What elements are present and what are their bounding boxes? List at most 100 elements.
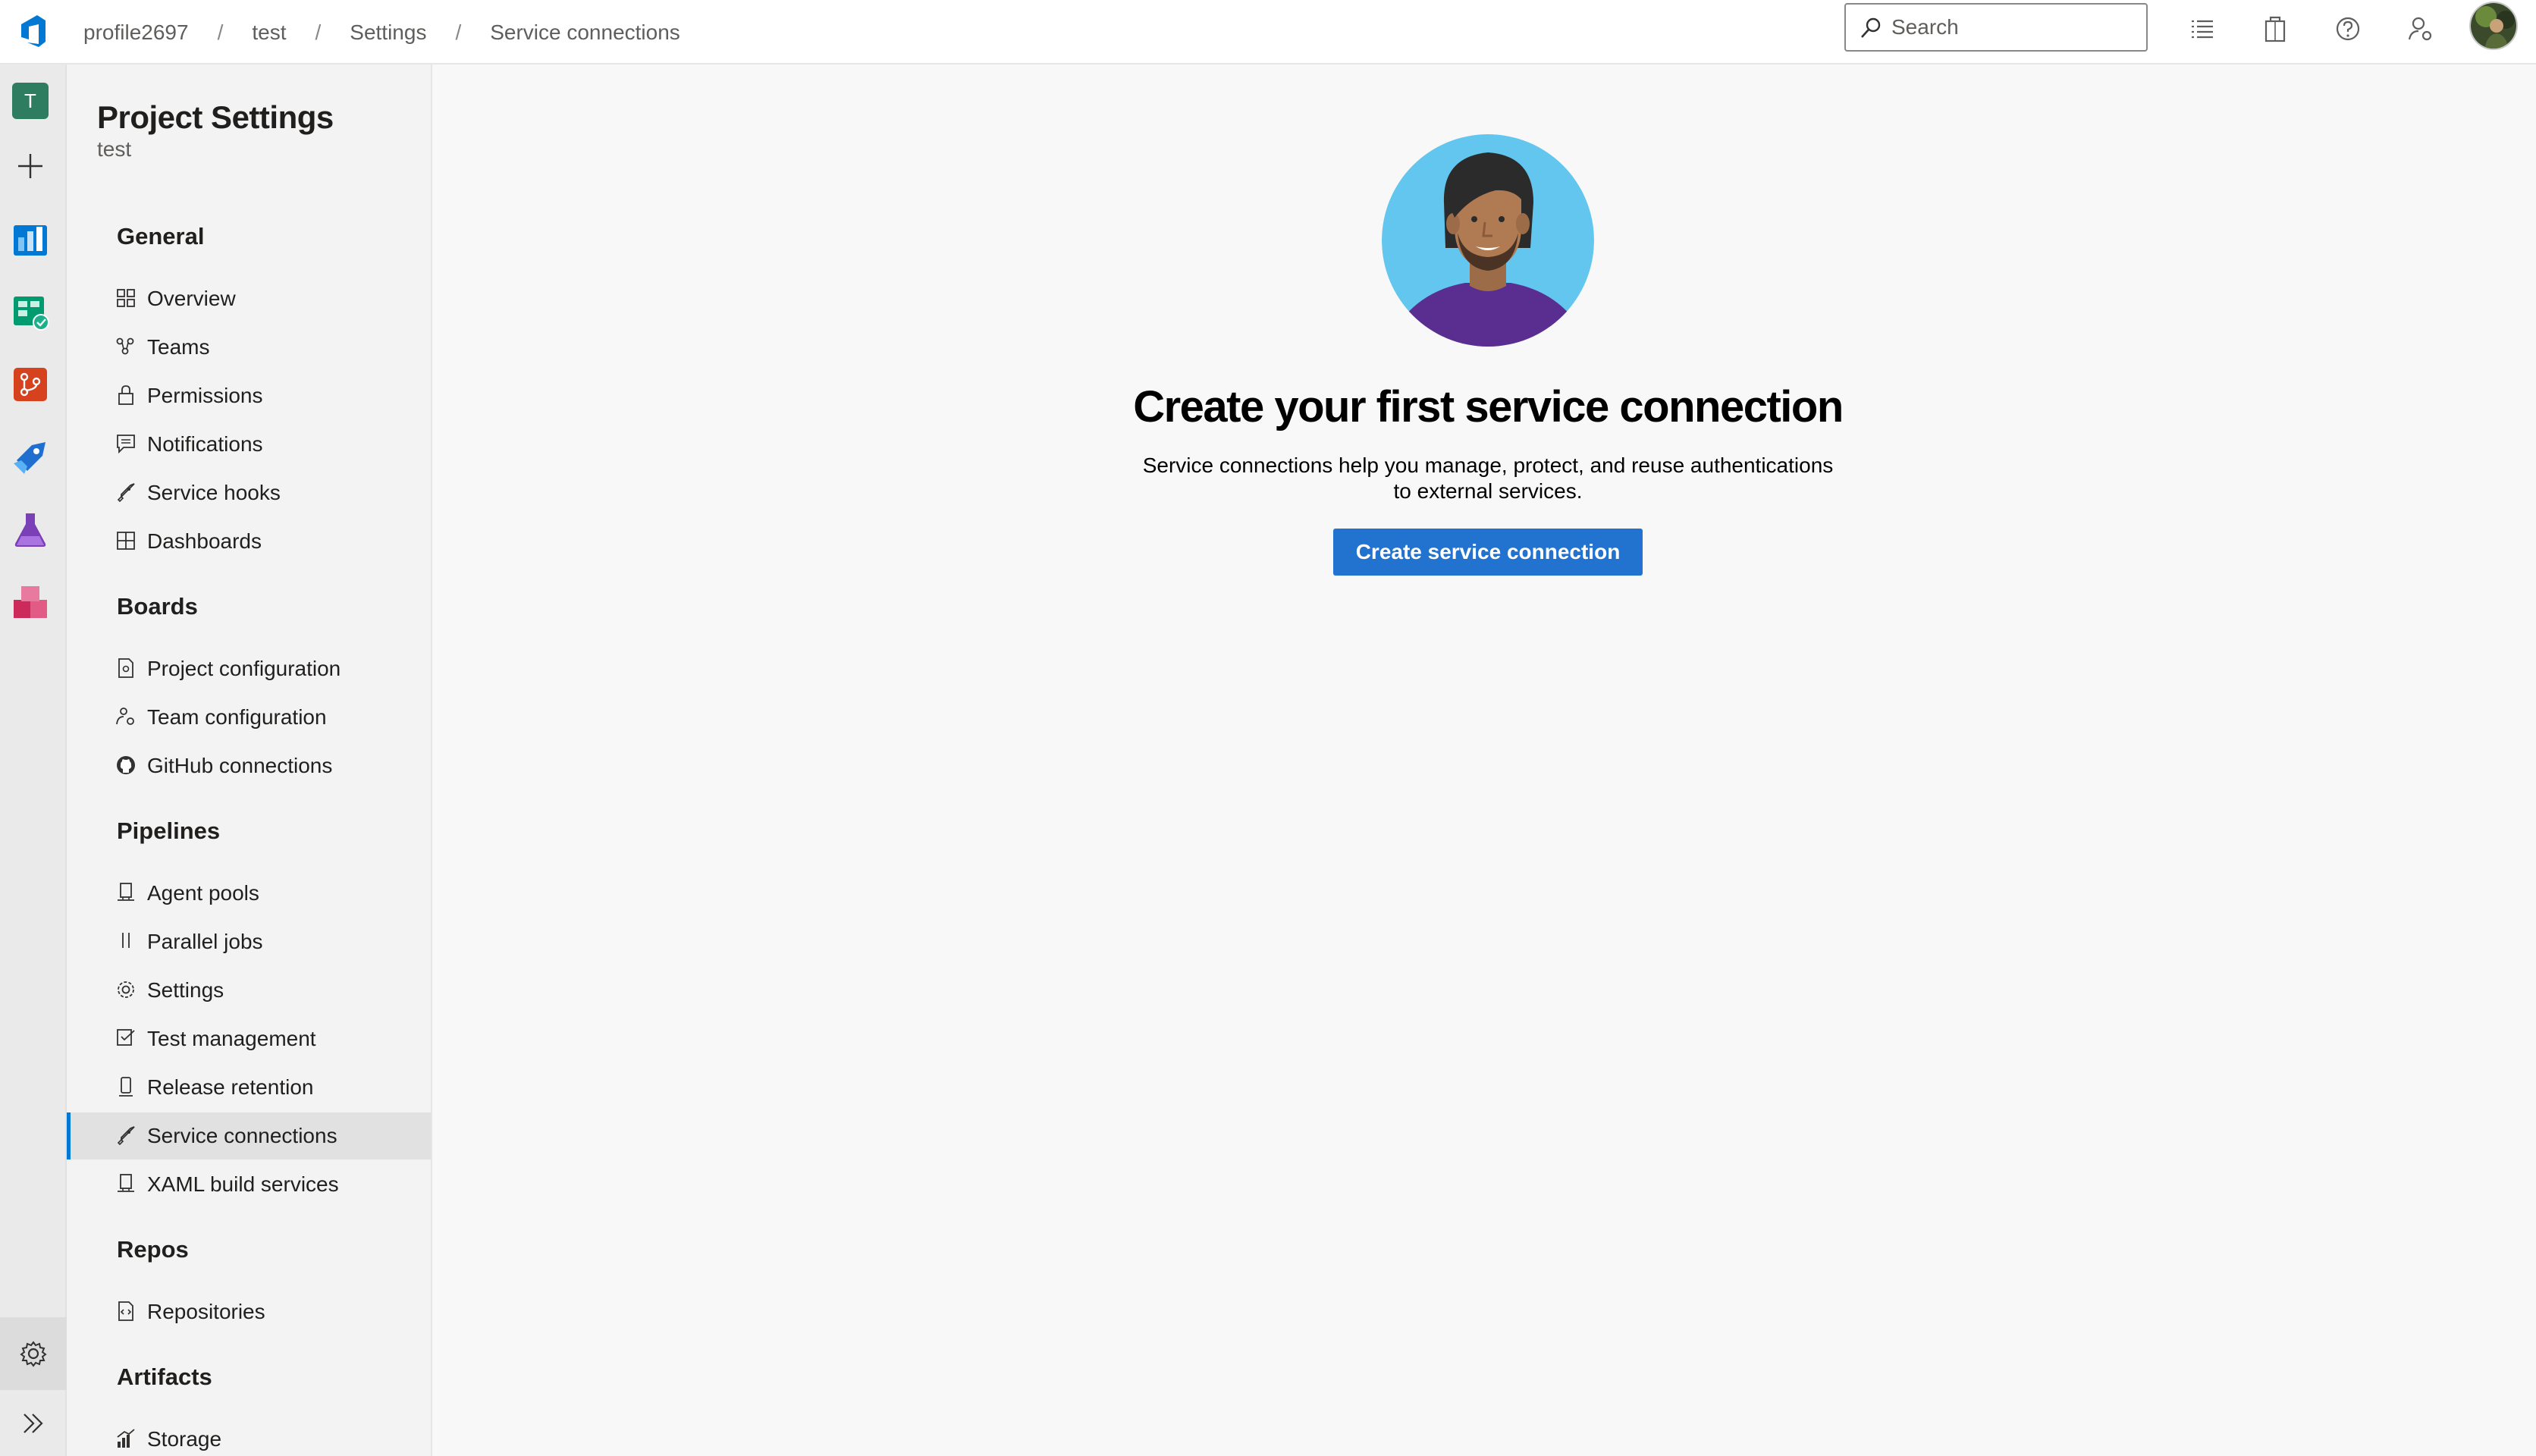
- hero-illustration: [1382, 134, 1594, 347]
- agent-pool-icon: [118, 1174, 134, 1192]
- chat-bubble-icon: [117, 435, 135, 454]
- search-input[interactable]: [1891, 15, 2134, 39]
- nav-item-label: Service connections: [147, 1124, 337, 1147]
- agent-pool-icon: [118, 883, 134, 901]
- description-line-2: to external services.: [1393, 479, 1583, 503]
- nav-item-settings[interactable]: Settings: [67, 967, 431, 1014]
- avatar-image: [2471, 3, 2516, 49]
- marketplace-bag-icon[interactable]: [2260, 14, 2290, 44]
- rocket-icon: [117, 1126, 135, 1146]
- avatar[interactable]: [2469, 2, 2518, 50]
- nav-item-label: Agent pools: [147, 881, 259, 905]
- nav-item-label: GitHub connections: [147, 754, 333, 777]
- nav-item-dashboards[interactable]: Dashboards: [67, 518, 431, 565]
- section-repos: Repos: [117, 1236, 189, 1263]
- breadcrumb-organization[interactable]: profile2697: [83, 20, 189, 45]
- breadcrumb-project[interactable]: test: [252, 20, 286, 45]
- main-content: Create your first service connection Ser…: [434, 64, 2536, 1456]
- storage-chart-icon: [117, 1429, 135, 1448]
- create-service-connection-button[interactable]: Create service connection: [1333, 529, 1643, 576]
- user-settings-icon[interactable]: [2406, 14, 2436, 44]
- nav-item-label: Test management: [147, 1027, 316, 1050]
- breadcrumb-current[interactable]: Service connections: [490, 20, 680, 45]
- overview-icon: [117, 289, 135, 307]
- nav-item-notifications[interactable]: Notifications: [67, 421, 431, 468]
- code-file-icon: [118, 1301, 133, 1321]
- task-list-icon[interactable]: [2187, 14, 2217, 44]
- settings-nav: Project Settings test General Overview T…: [67, 64, 432, 1456]
- breadcrumb-settings[interactable]: Settings: [350, 20, 426, 45]
- overview-icon[interactable]: [11, 219, 50, 259]
- document-settings-icon: [118, 658, 133, 678]
- project-tile[interactable]: T: [12, 83, 49, 119]
- nav-title: Project Settings: [97, 99, 334, 135]
- phone-retention-icon: [119, 1077, 133, 1097]
- nav-item-label: Team configuration: [147, 705, 327, 729]
- help-icon[interactable]: [2333, 14, 2363, 44]
- artifacts-icon[interactable]: [11, 583, 50, 623]
- nav-item-label: Service hooks: [147, 481, 281, 504]
- project-settings-button[interactable]: [0, 1317, 67, 1390]
- nav-item-team-configuration[interactable]: Team configuration: [67, 694, 431, 741]
- nav-item-label: Parallel jobs: [147, 930, 263, 953]
- search-icon: [1861, 17, 1881, 38]
- repos-icon[interactable]: [11, 365, 50, 404]
- test-checklist-icon: [117, 1029, 135, 1046]
- dashboard-icon: [117, 532, 135, 550]
- nav-item-project-configuration[interactable]: Project configuration: [67, 645, 431, 692]
- nav-item-service-connections[interactable]: Service connections: [67, 1112, 431, 1159]
- nav-item-label: Permissions: [147, 384, 263, 407]
- empty-state-headline: Create your first service connection: [1133, 382, 1844, 431]
- nav-item-label: Project configuration: [147, 657, 341, 680]
- nav-item-label: XAML build services: [147, 1172, 339, 1196]
- nav-item-label: Teams: [147, 335, 210, 359]
- parallel-lines-icon: [122, 933, 130, 948]
- section-artifacts: Artifacts: [117, 1363, 212, 1390]
- nav-item-release-retention[interactable]: Release retention: [67, 1064, 431, 1111]
- nav-item-teams[interactable]: Teams: [67, 324, 431, 371]
- nav-item-label: Settings: [147, 978, 224, 1002]
- nav-item-label: Storage: [147, 1427, 222, 1451]
- nav-item-github-connections[interactable]: GitHub connections: [67, 742, 431, 789]
- person-illustration: [1382, 134, 1594, 347]
- breadcrumb: profile2697 / test / Settings / Service …: [83, 0, 680, 64]
- gear-icon: [20, 1341, 47, 1367]
- test-plans-icon[interactable]: [11, 510, 50, 550]
- teams-icon: [116, 337, 134, 355]
- search-box[interactable]: [1844, 3, 2148, 52]
- section-boards: Boards: [117, 593, 198, 620]
- nav-item-agent-pools[interactable]: Agent pools: [67, 870, 431, 917]
- breadcrumb-separator: /: [455, 20, 462, 44]
- nav-item-overview[interactable]: Overview: [67, 275, 431, 322]
- nav-item-repositories[interactable]: Repositories: [67, 1288, 431, 1335]
- plus-icon[interactable]: [11, 146, 50, 186]
- azure-devops-logo[interactable]: [15, 14, 50, 49]
- breadcrumb-separator: /: [217, 20, 224, 44]
- nav-item-label: Notifications: [147, 432, 263, 456]
- double-chevron-right-icon: [24, 1414, 43, 1433]
- nav-item-permissions[interactable]: Permissions: [67, 372, 431, 419]
- section-general: General: [117, 223, 205, 249]
- left-rail: T: [0, 64, 67, 1456]
- nav-subtitle: test: [97, 137, 132, 161]
- github-icon: [117, 756, 135, 774]
- top-bar: profile2697 / test / Settings / Service …: [0, 0, 2536, 64]
- nav-item-service-hooks[interactable]: Service hooks: [67, 469, 431, 516]
- gear-icon: [118, 981, 134, 998]
- breadcrumb-separator: /: [315, 20, 322, 44]
- empty-state-description: Service connections help you manage, pro…: [1109, 453, 1867, 504]
- rocket-icon: [117, 483, 135, 503]
- nav-item-label: Release retention: [147, 1075, 314, 1099]
- nav-item-parallel-jobs[interactable]: Parallel jobs: [67, 918, 431, 965]
- nav-item-xaml-build-services[interactable]: XAML build services: [67, 1161, 431, 1208]
- nav-item-storage[interactable]: Storage: [67, 1416, 431, 1456]
- lock-icon: [118, 385, 133, 405]
- team-settings-icon: [116, 708, 134, 725]
- pipelines-icon[interactable]: [11, 438, 50, 477]
- nav-item-test-management[interactable]: Test management: [67, 1015, 431, 1062]
- nav-item-label: Overview: [147, 287, 236, 310]
- expand-rail-button[interactable]: [0, 1390, 67, 1456]
- boards-icon[interactable]: [11, 292, 50, 331]
- section-pipelines: Pipelines: [117, 817, 221, 844]
- nav-item-label: Repositories: [147, 1300, 265, 1323]
